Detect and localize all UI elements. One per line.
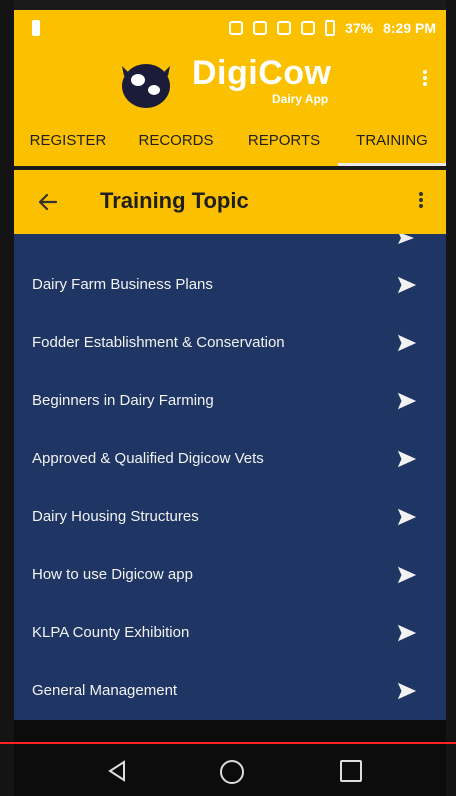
send-icon[interactable] [396,332,418,354]
battery-percent: 37% [345,20,374,36]
battery-icon [325,20,336,36]
cast-icon [229,21,244,35]
sync-icon [253,21,268,35]
nav-back-icon[interactable] [106,760,128,782]
send-icon[interactable] [396,274,418,296]
topic-label: Beginners in Dairy Farming [32,392,214,409]
cow-logo-icon [122,64,170,108]
page-title: Training Topic [100,188,249,213]
list-item[interactable]: KLPA County Exhibition [14,606,446,664]
send-icon[interactable] [396,448,418,470]
nav-home-icon[interactable] [220,760,244,784]
list-item[interactable]: Approved & Qualified Digicow Vets [14,432,446,490]
signal-icon [301,21,316,35]
list-item[interactable]: Fodder Establishment & Conservation [14,316,446,374]
topic-label: Dairy Farm Business Plans [32,276,213,293]
list-item[interactable]: Beginners in Dairy Farming [14,374,446,432]
status-icons: 37% 8:29 PM [229,20,436,36]
tab-reports[interactable]: REPORTS [230,120,338,166]
topic-label: General Management [32,682,178,699]
app-bar: DigiCow Dairy App [14,46,446,120]
nav-recents-icon[interactable] [340,760,362,782]
wifi-icon [277,21,292,35]
send-icon [398,234,414,244]
topic-list[interactable]: Dairy Farm Business Plans Fodder Establi… [14,234,446,720]
list-item[interactable]: Dairy Farm Business Plans [14,258,446,316]
notification-icon [32,20,40,36]
topic-label: Approved & Qualified Digicow Vets [32,450,264,467]
clock: 8:29 PM [383,20,436,36]
tab-records[interactable]: RECORDS [122,120,230,166]
send-icon[interactable] [396,506,418,528]
send-icon[interactable] [396,390,418,412]
list-item[interactable]: General Management [14,664,446,720]
topic-label: KLPA County Exhibition [32,624,190,641]
more-vert-icon[interactable] [422,68,428,92]
app-name: DigiCow [192,54,332,92]
status-bar: 37% 8:29 PM [14,10,446,46]
topic-label: How to use Digicow app [32,566,193,583]
topic-label: Dairy Housing Structures [32,508,199,525]
app-subtitle: Dairy App [272,92,329,106]
send-icon[interactable] [396,680,418,702]
tab-training[interactable]: TRAINING [338,120,446,166]
list-item[interactable]: How to use Digicow app [14,548,446,606]
send-icon[interactable] [396,564,418,586]
tab-register[interactable]: REGISTER [14,120,122,166]
arrow-back-icon[interactable] [36,190,60,214]
system-nav-bar [0,720,456,796]
sub-toolbar: Training Topic [14,170,446,234]
send-icon[interactable] [396,622,418,644]
tab-bar: REGISTER RECORDS REPORTS TRAINING [14,120,446,166]
more-vert-icon[interactable] [418,190,424,214]
divider [0,742,456,744]
list-item[interactable]: Dairy Housing Structures [14,490,446,548]
phone-screen: 37% 8:29 PM DigiCow Dairy App REGISTER R… [0,0,456,796]
topic-label: Fodder Establishment & Conservation [32,334,285,351]
